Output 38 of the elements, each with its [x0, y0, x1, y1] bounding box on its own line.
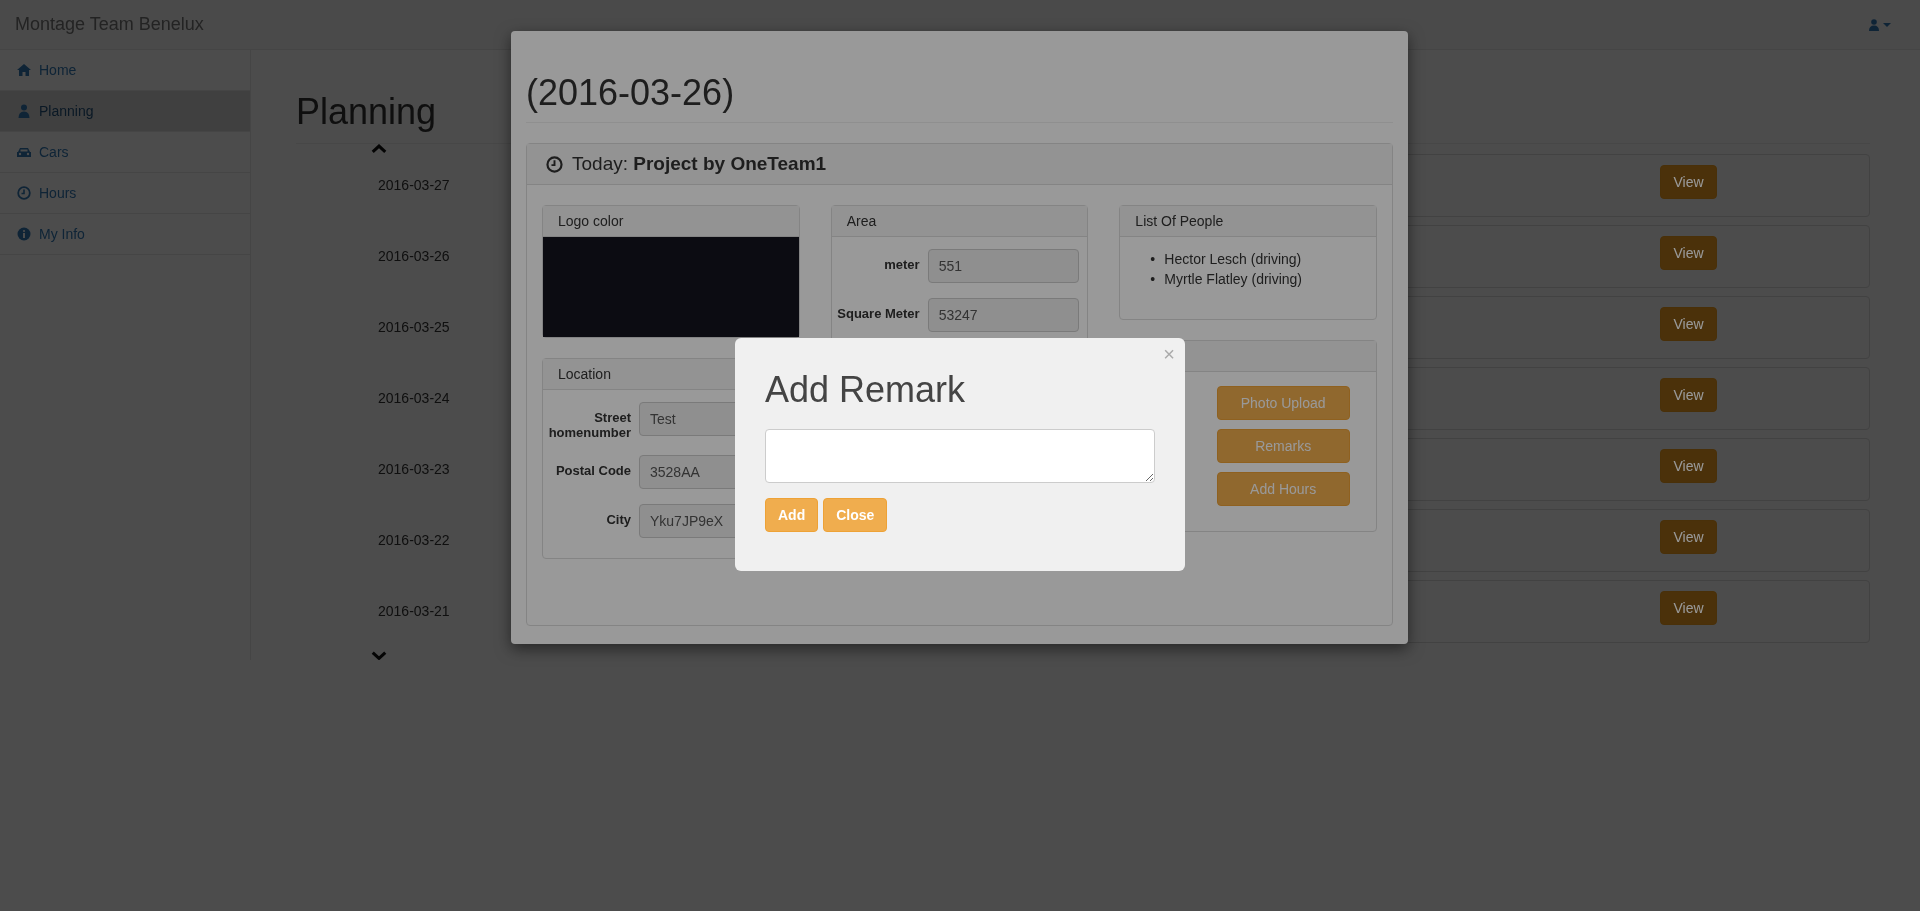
- bullet: •: [1150, 270, 1157, 290]
- panel-title: Today: Project by OneTeam1: [572, 153, 827, 176]
- day-date: 2016-03-22: [377, 532, 451, 549]
- panel-heading: Logo color: [543, 206, 799, 238]
- day-date: 2016-03-24: [377, 390, 451, 407]
- field-label: Street homenumber: [547, 409, 631, 441]
- view-button[interactable]: View: [1660, 519, 1717, 554]
- close-button[interactable]: ×: [1163, 344, 1175, 364]
- day-date: 2016-03-27: [377, 177, 451, 194]
- person-item: Myrtle Flatley (driving): [1164, 270, 1303, 290]
- car-icon: [17, 145, 31, 159]
- panel-heading: Area: [831, 206, 1088, 238]
- view-button[interactable]: View: [1660, 590, 1717, 625]
- day-date: 2016-03-21: [377, 603, 451, 620]
- modal-title: (2016-03-26): [526, 71, 1393, 124]
- day-date: 2016-03-26: [377, 248, 451, 265]
- view-button[interactable]: View: [1660, 306, 1717, 341]
- view-button[interactable]: View: [1660, 235, 1717, 270]
- view-button[interactable]: View: [1660, 377, 1717, 412]
- view-button[interactable]: View: [1660, 448, 1717, 483]
- home-icon: [17, 63, 31, 77]
- view-button[interactable]: View: [1660, 164, 1717, 199]
- day-date: 2016-03-25: [377, 319, 451, 336]
- field-label: City: [605, 511, 631, 528]
- clock-icon: [546, 155, 563, 173]
- field-label: Square Meter: [836, 305, 920, 322]
- person-icon: [17, 104, 31, 118]
- day-date: 2016-03-23: [377, 461, 451, 478]
- input-field[interactable]: 53247: [927, 298, 1080, 333]
- info-icon: [17, 227, 31, 241]
- bullet: •: [1150, 250, 1157, 270]
- input-field[interactable]: 551: [927, 249, 1080, 284]
- panel-heading: List Of People: [1120, 206, 1376, 238]
- field-label: meter: [883, 256, 920, 273]
- remark-textarea[interactable]: [765, 429, 1155, 484]
- clock-icon: [17, 186, 31, 200]
- field-label: Postal Code: [554, 462, 631, 479]
- person-item: Hector Lesch (driving): [1164, 250, 1302, 270]
